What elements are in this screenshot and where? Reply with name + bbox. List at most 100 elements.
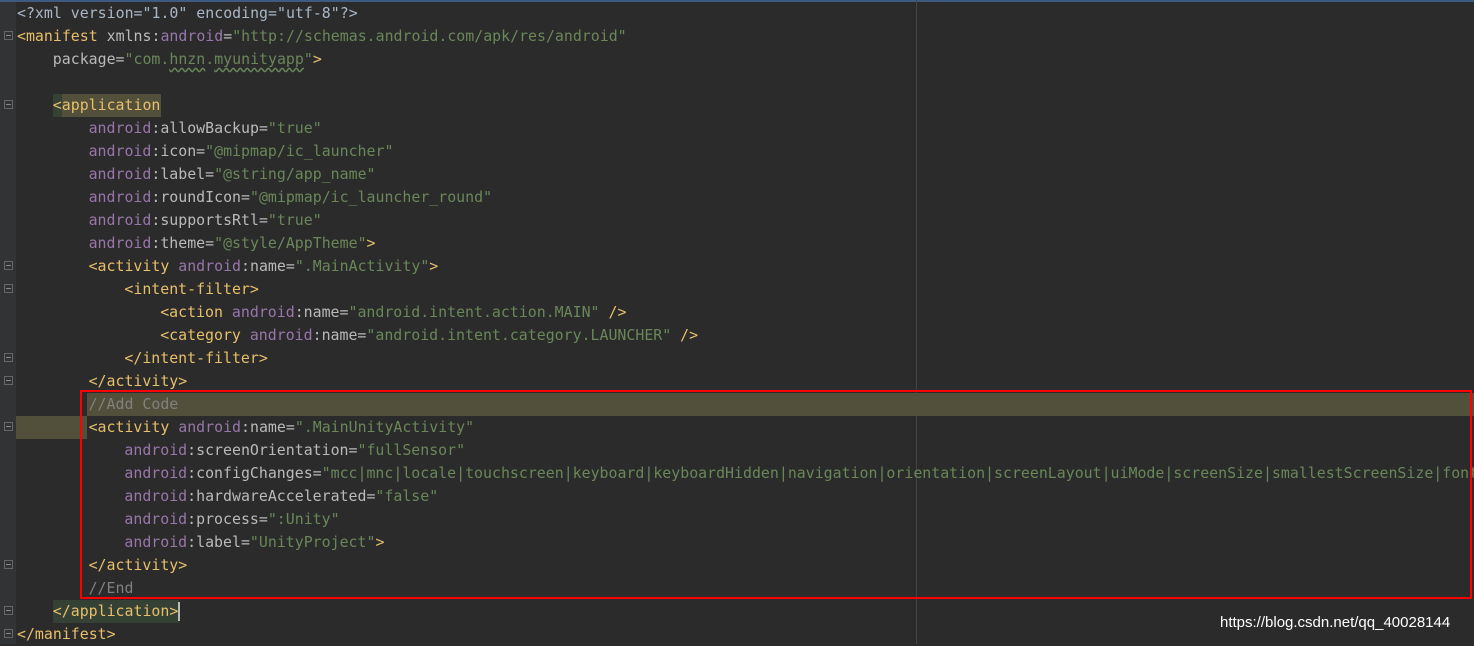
- code-token: android: [88, 119, 152, 137]
- fold-toggle-icon[interactable]: [4, 31, 13, 40]
- fold-toggle-icon[interactable]: [4, 100, 13, 109]
- code-text: </intent-filter>: [124, 347, 267, 370]
- code-token: xmlns:: [106, 27, 161, 45]
- code-token: :icon=: [151, 142, 206, 160]
- code-token: package=: [52, 50, 125, 68]
- code-token: "android.intent.category.LAUNCHER": [366, 326, 672, 344]
- code-token: </activity>: [88, 372, 188, 390]
- code-token: android: [88, 165, 152, 183]
- code-token: <intent-filter>: [124, 280, 259, 298]
- code-text: package="com.hnzn.myunityapp">: [53, 48, 322, 71]
- code-text: android:allowBackup="true": [89, 117, 322, 140]
- code-text: android:label="@string/app_name": [89, 163, 376, 186]
- code-token: >: [169, 602, 179, 620]
- code-token: "com.: [124, 50, 170, 68]
- fold-toggle-icon[interactable]: [4, 376, 13, 385]
- code-line[interactable]: <action android:name="android.intent.act…: [0, 301, 1474, 324]
- code-line[interactable]: package="com.hnzn.myunityapp">: [0, 48, 1474, 71]
- line-highlight: [16, 416, 87, 439]
- code-token: :allowBackup=: [151, 119, 268, 137]
- code-token: ".MainActivity": [294, 257, 430, 275]
- code-line[interactable]: android:label="@string/app_name": [0, 163, 1474, 186]
- code-line[interactable]: android:theme="@style/AppTheme">: [0, 232, 1474, 255]
- code-token: :name=: [294, 303, 349, 321]
- code-token: "true": [267, 211, 322, 229]
- fold-toggle-icon[interactable]: [4, 606, 13, 615]
- code-line[interactable]: <?xml version="1.0" encoding="utf-8"?>: [0, 2, 1474, 25]
- code-text: <?xml version="1.0" encoding="utf-8"?>: [17, 2, 358, 25]
- code-token: :name=: [241, 257, 295, 275]
- code-line[interactable]: [0, 71, 1474, 94]
- code-token: :name=: [312, 326, 367, 344]
- code-token: =: [223, 27, 233, 45]
- code-token: "http://schemas.android.com/apk/res/andr…: [232, 27, 627, 45]
- code-token: <application: [52, 96, 161, 114]
- code-token: android: [88, 188, 152, 206]
- code-text: android:theme="@style/AppTheme">: [89, 232, 376, 255]
- code-token: <manifest: [17, 27, 107, 45]
- code-token: />: [599, 303, 627, 321]
- code-token: "true": [267, 119, 322, 137]
- code-token: :supportsRtl=: [151, 211, 268, 229]
- added-code-highlight-box: [80, 390, 1472, 599]
- code-line[interactable]: android:supportsRtl="true": [0, 209, 1474, 232]
- code-line[interactable]: <intent-filter>: [0, 278, 1474, 301]
- code-token: "@mipmap/ic_launcher_round": [249, 188, 493, 206]
- code-token: :theme=: [151, 234, 215, 252]
- code-text: <intent-filter>: [124, 278, 258, 301]
- code-token: ": [303, 50, 313, 68]
- code-token: <activity: [88, 257, 179, 275]
- code-text: android:roundIcon="@mipmap/ic_launcher_r…: [89, 186, 492, 209]
- watermark: https://blog.csdn.net/qq_40028144: [1220, 614, 1451, 631]
- code-token: .: [205, 50, 215, 68]
- code-token: android: [178, 257, 242, 275]
- code-line[interactable]: android:allowBackup="true": [0, 117, 1474, 140]
- code-token: "@style/AppTheme": [214, 234, 367, 252]
- code-token: "android.intent.action.MAIN": [348, 303, 600, 321]
- code-token: android: [88, 211, 152, 229]
- code-line[interactable]: <application: [0, 94, 1474, 117]
- code-token: </manifest>: [17, 625, 116, 643]
- code-token: android: [231, 303, 295, 321]
- code-text: <manifest xmlns:android="http://schemas.…: [17, 25, 627, 48]
- code-token: myunityapp: [214, 50, 304, 68]
- code-text: <action android:name="android.intent.act…: [160, 301, 626, 324]
- code-text: android:supportsRtl="true": [89, 209, 322, 232]
- code-token: :label=: [151, 165, 215, 183]
- fold-toggle-icon[interactable]: [4, 422, 13, 431]
- code-token: :roundIcon=: [151, 188, 250, 206]
- code-line[interactable]: </intent-filter>: [0, 347, 1474, 370]
- code-token: hnzn: [169, 50, 206, 68]
- code-token: "@string/app_name": [214, 165, 376, 183]
- code-text: <application: [53, 94, 161, 117]
- code-token: <action: [160, 303, 232, 321]
- code-token: </intent-filter>: [124, 349, 268, 367]
- fold-toggle-icon[interactable]: [4, 353, 13, 362]
- code-text: <activity android:name=".MainActivity">: [89, 255, 439, 278]
- fold-toggle-icon[interactable]: [4, 629, 13, 638]
- code-token: <category: [160, 326, 250, 344]
- code-token: android: [249, 326, 313, 344]
- fold-toggle-icon[interactable]: [4, 261, 13, 270]
- fold-toggle-icon[interactable]: [4, 284, 13, 293]
- code-line[interactable]: <manifest xmlns:android="http://schemas.…: [0, 25, 1474, 48]
- code-line[interactable]: android:icon="@mipmap/ic_launcher": [0, 140, 1474, 163]
- code-token: android: [88, 142, 152, 160]
- code-text: </manifest>: [17, 623, 116, 646]
- code-token: >: [312, 50, 322, 68]
- fold-toggle-icon[interactable]: [4, 560, 13, 569]
- code-token: >: [429, 257, 439, 275]
- code-token: "@mipmap/ic_launcher": [205, 142, 394, 160]
- code-line[interactable]: <activity android:name=".MainActivity">: [0, 255, 1474, 278]
- code-token: android: [160, 27, 224, 45]
- code-token: />: [671, 326, 699, 344]
- code-token: </application: [52, 602, 170, 620]
- code-text: <category android:name="android.intent.c…: [160, 324, 698, 347]
- code-token: <?xml version="1.0" encoding="utf-8"?>: [17, 4, 358, 22]
- code-token: android: [88, 234, 152, 252]
- code-line[interactable]: <category android:name="android.intent.c…: [0, 324, 1474, 347]
- code-text: android:icon="@mipmap/ic_launcher": [89, 140, 394, 163]
- code-text: </application>: [53, 600, 179, 623]
- code-token: >: [366, 234, 376, 252]
- code-line[interactable]: android:roundIcon="@mipmap/ic_launcher_r…: [0, 186, 1474, 209]
